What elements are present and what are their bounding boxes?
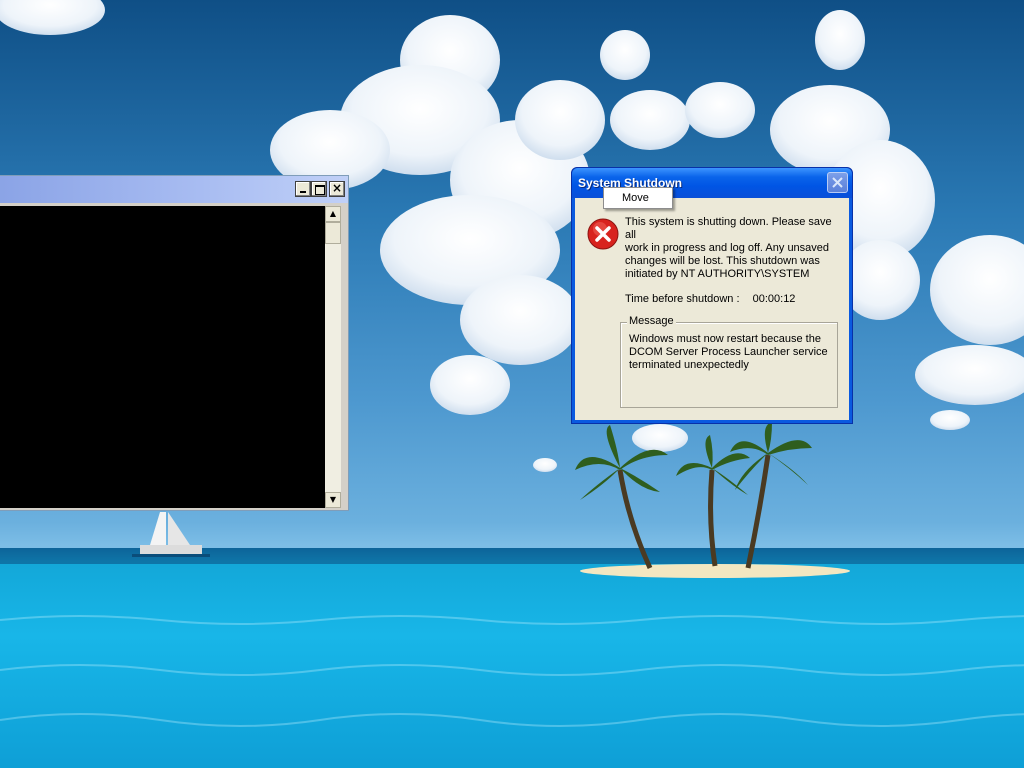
- console-title-bar[interactable]: ×: [0, 176, 348, 203]
- dialog-close-button[interactable]: [827, 172, 848, 193]
- message-line: Windows must now restart because the: [629, 333, 821, 345]
- palm-trees: [575, 422, 812, 570]
- maximize-button[interactable]: [311, 181, 327, 197]
- close-button[interactable]: ×: [329, 181, 345, 197]
- message-group: Message Windows must now restart because…: [620, 315, 838, 408]
- minimize-button[interactable]: [295, 181, 311, 197]
- desktop-wallpaper: × ▲ ▼ System Shutdown This system is shu…: [0, 0, 1024, 768]
- countdown-value: 00:00:12: [752, 293, 796, 305]
- scroll-up-button[interactable]: ▲: [325, 206, 341, 222]
- warning-line: This system is shutting down. Please sav…: [625, 216, 832, 241]
- console-window[interactable]: × ▲ ▼: [0, 175, 349, 511]
- window-context-menu[interactable]: Move: [603, 187, 673, 209]
- scroll-down-icon: ▼: [329, 495, 337, 504]
- scrollbar-thumb[interactable]: [325, 222, 341, 244]
- sea: [0, 548, 1024, 768]
- maximize-icon: [315, 185, 325, 195]
- console-output-area[interactable]: [0, 206, 325, 508]
- error-icon: [587, 218, 619, 250]
- countdown-row: Time before shutdown : 00:00:12: [625, 293, 795, 305]
- island: [580, 564, 850, 578]
- close-icon: [832, 177, 843, 188]
- scroll-up-icon: ▲: [329, 209, 337, 218]
- sailboat: [132, 512, 210, 557]
- scroll-down-button[interactable]: ▼: [325, 492, 341, 508]
- countdown-label: Time before shutdown :: [625, 293, 740, 305]
- menu-item-move[interactable]: Move: [622, 192, 649, 204]
- warning-line: work in progress and log off. Any unsave…: [625, 242, 830, 254]
- vertical-scrollbar[interactable]: ▲ ▼: [325, 206, 341, 508]
- message-group-text: Windows must now restart because the DCO…: [629, 333, 833, 372]
- minimize-icon: [300, 191, 306, 193]
- warning-line: initiated by NT AUTHORITY\SYSTEM: [625, 268, 810, 280]
- message-line: terminated unexpectedly: [629, 359, 749, 371]
- message-line: DCOM Server Process Launcher service: [629, 346, 828, 358]
- message-group-label: Message: [627, 315, 676, 327]
- shutdown-warning-text: This system is shutting down. Please sav…: [625, 216, 845, 281]
- warning-line: changes will be lost. This shutdown was: [625, 255, 820, 267]
- close-icon: ×: [331, 181, 343, 195]
- dialog-body: This system is shutting down. Please sav…: [575, 198, 849, 420]
